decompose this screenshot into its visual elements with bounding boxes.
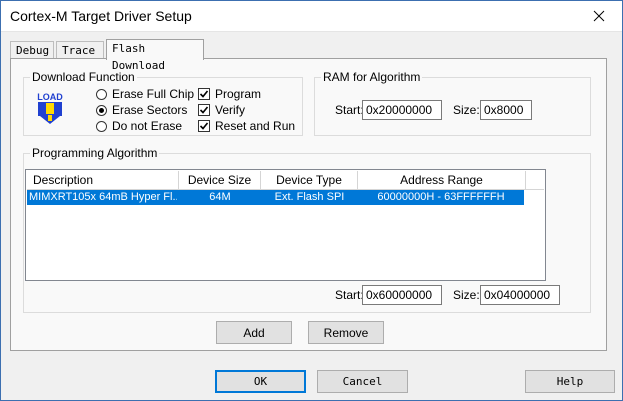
program-option[interactable]: Program xyxy=(198,87,261,101)
do-not-erase-label: Do not Erase xyxy=(112,119,183,133)
erase-full-chip-radio[interactable] xyxy=(96,88,107,100)
do-not-erase-option[interactable]: Do not Erase xyxy=(96,119,182,133)
ram-for-algorithm-legend: RAM for Algorithm xyxy=(323,70,421,84)
close-button[interactable] xyxy=(576,1,622,31)
load-icon: LOAD xyxy=(34,91,66,125)
close-icon xyxy=(593,10,605,22)
ok-button[interactable]: OK xyxy=(215,370,306,393)
column-header-device-size[interactable]: Device Size xyxy=(179,171,261,189)
erase-full-chip-label: Erase Full Chip xyxy=(112,87,195,101)
tab-debug[interactable]: Debug xyxy=(10,41,54,58)
algorithm-start-input[interactable]: 0x60000000 xyxy=(362,285,442,305)
programming-algorithm-legend: Programming Algorithm xyxy=(32,146,158,160)
tab-trace[interactable]: Trace xyxy=(56,41,104,58)
window-title: Cortex-M Target Driver Setup xyxy=(10,8,192,24)
dialog-window: Cortex-M Target Driver Setup Debug Trace… xyxy=(0,0,623,401)
erase-sectors-option[interactable]: Erase Sectors xyxy=(96,103,187,117)
program-label: Program xyxy=(215,87,262,101)
ram-size-label: Size: xyxy=(453,103,480,117)
verify-checkbox[interactable] xyxy=(198,104,210,116)
load-icon-text: LOAD xyxy=(37,92,63,102)
column-header-description[interactable]: Description xyxy=(27,171,179,189)
algorithm-list[interactable]: Description Device Size Device Type Addr… xyxy=(25,169,546,281)
row-address-range: 60000000H - 63FFFFFFH xyxy=(377,191,505,203)
add-button[interactable]: Add xyxy=(216,321,292,344)
column-header-device-type[interactable]: Device Type xyxy=(261,171,358,189)
program-checkbox[interactable] xyxy=(198,88,210,100)
algorithm-list-header: Description Device Size Device Type Addr… xyxy=(27,171,544,190)
do-not-erase-radio[interactable] xyxy=(96,120,107,132)
checkmark-icon xyxy=(199,106,209,114)
checkmark-icon xyxy=(199,122,209,130)
ram-start-input[interactable]: 0x20000000 xyxy=(362,100,442,120)
tab-flash-download[interactable]: Flash Download xyxy=(106,39,204,72)
algorithm-size-input[interactable]: 0x04000000 xyxy=(480,285,560,305)
ram-start-label: Start: xyxy=(335,103,364,117)
row-description: MIMXRT105x 64mB Hyper Fl... xyxy=(29,191,177,203)
ram-size-input[interactable]: 0x8000 xyxy=(480,100,532,120)
verify-label: Verify xyxy=(215,103,246,117)
row-device-type: Ext. Flash SPI xyxy=(274,191,345,203)
verify-option[interactable]: Verify xyxy=(198,103,245,117)
row-device-size: 64M xyxy=(209,191,231,203)
help-button[interactable]: Help xyxy=(525,370,615,393)
table-row[interactable]: MIMXRT105x 64mB Hyper Fl... 64M Ext. Fla… xyxy=(27,190,524,205)
checkmark-icon xyxy=(199,90,209,98)
algorithm-size-label: Size: xyxy=(453,288,480,302)
title-bar[interactable]: Cortex-M Target Driver Setup xyxy=(1,1,622,32)
erase-sectors-radio[interactable] xyxy=(96,104,107,116)
erase-sectors-label: Erase Sectors xyxy=(112,103,188,117)
reset-and-run-label: Reset and Run xyxy=(215,119,296,133)
remove-button[interactable]: Remove xyxy=(308,321,384,344)
flash-download-panel: Download Function LOAD Erase Full Chip E… xyxy=(10,58,607,351)
cancel-button[interactable]: Cancel xyxy=(317,370,408,393)
reset-and-run-checkbox[interactable] xyxy=(198,120,210,132)
column-header-address-range[interactable]: Address Range xyxy=(358,171,526,189)
algorithm-start-label: Start: xyxy=(335,288,364,302)
erase-full-chip-option[interactable]: Erase Full Chip xyxy=(96,87,194,101)
reset-and-run-option[interactable]: Reset and Run xyxy=(198,119,295,133)
